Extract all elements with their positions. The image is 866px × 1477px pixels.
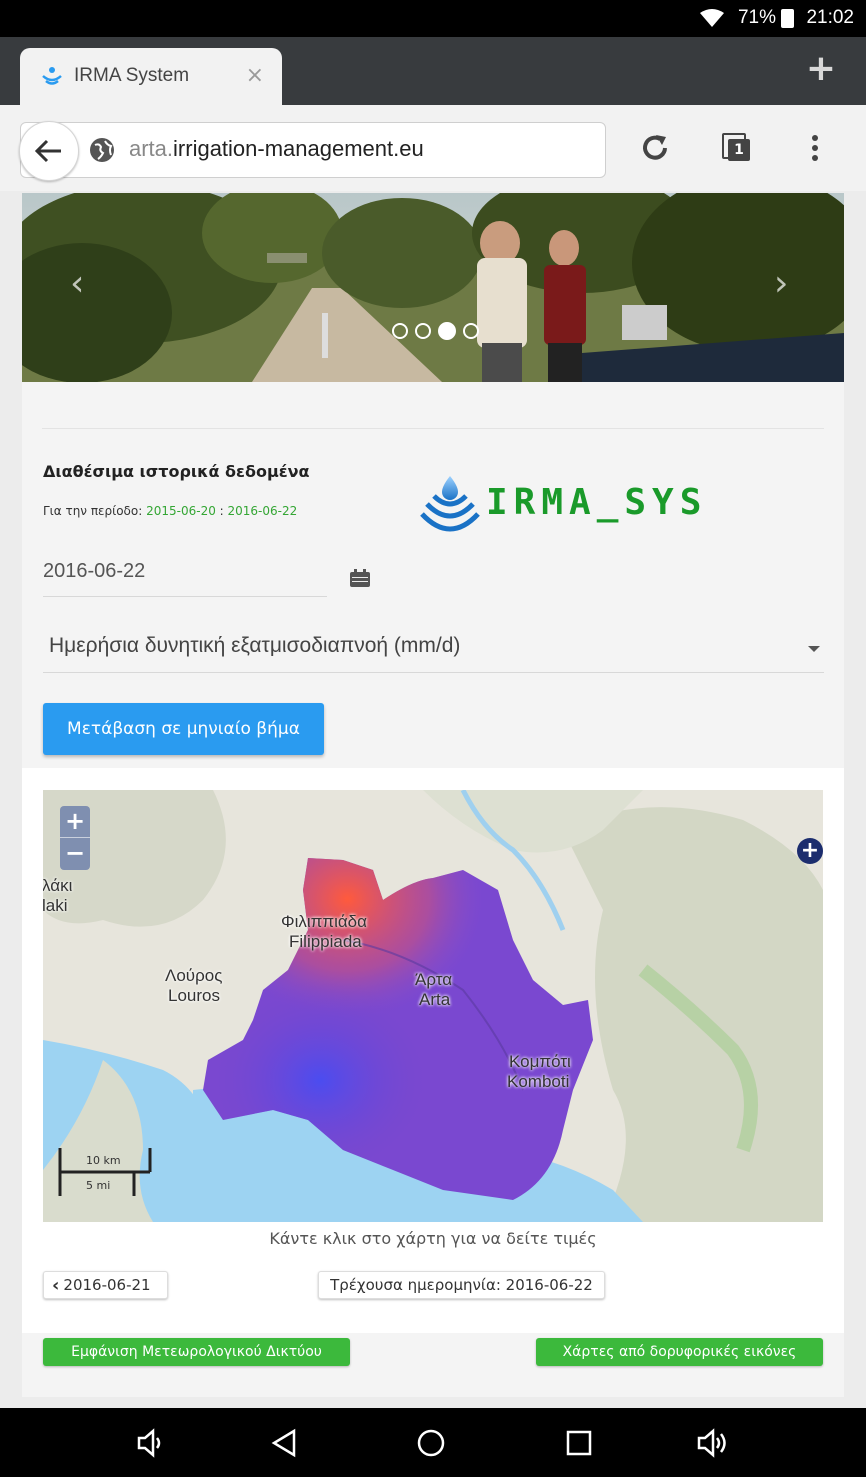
carousel-photo (22, 193, 844, 382)
wifi-icon (700, 9, 724, 27)
carousel-next-icon[interactable]: › (774, 263, 788, 304)
zoom-out-button[interactable]: − (60, 838, 90, 869)
volume-up-icon[interactable] (696, 1428, 732, 1458)
previous-day-button[interactable]: ‹ 2016-06-21 (43, 1271, 168, 1299)
new-tab-icon[interactable]: + (806, 51, 836, 87)
android-nav-bar (0, 1408, 866, 1477)
irma-sys-logo: IRMA_SYS (420, 476, 707, 532)
divider (42, 428, 824, 429)
map-scale: 10 km 5 mi (58, 1146, 152, 1202)
carousel-dot[interactable] (463, 323, 479, 339)
map-label-filippiada: Φιλιππιάδα Filippiada (281, 912, 367, 951)
globe-icon (90, 138, 114, 162)
status-bar: 71% 21:02 (0, 0, 866, 37)
address-bar[interactable]: arta.irrigation-management.eu (19, 121, 606, 181)
period-text: Για την περίοδο: 2015-06-20 : 2016-06-22 (43, 504, 298, 518)
volume-down-icon[interactable] (136, 1428, 166, 1458)
carousel-prev-icon[interactable]: ‹ (70, 263, 84, 304)
map-caption: Κάντε κλικ στο χάρτη για να δείτε τιμές (269, 1229, 597, 1248)
recents-nav-icon[interactable] (565, 1428, 593, 1458)
battery-percent: 71% (737, 7, 776, 28)
svg-text:IRMA_SYS: IRMA_SYS (486, 482, 707, 523)
date-input[interactable]: 2016-06-22 (43, 560, 327, 597)
data-panel: Διαθέσιμα ιστορικά δεδομένα Για την περί… (22, 382, 844, 1397)
current-date-badge: Τρέχουσα ημερομηνία: 2016-06-22 (318, 1271, 605, 1299)
zoom-control: + − (60, 806, 90, 870)
carousel-dot-active[interactable] (438, 322, 456, 340)
calendar-icon[interactable] (350, 569, 370, 587)
map-label-arta: Άρτα Arta (415, 970, 453, 1009)
back-button[interactable] (19, 121, 79, 181)
url-text: arta.irrigation-management.eu (129, 136, 424, 161)
carousel-dot[interactable] (392, 323, 408, 339)
tab-title: IRMA System (74, 65, 190, 86)
image-carousel[interactable]: ‹ › (22, 193, 844, 382)
map-label-lakki: λάκι laki (43, 876, 73, 915)
home-nav-icon[interactable] (416, 1428, 446, 1458)
map[interactable]: + − + λάκι laki Φιλιππιάδα Filippiada Λούρ… (43, 790, 823, 1222)
variable-select[interactable]: Ημερήσια δυνητική εξατμισοδιαπνοή (mm/d) (43, 630, 824, 673)
panel-heading: Διαθέσιμα ιστορικά δεδομένα (43, 462, 310, 481)
monthly-step-button[interactable]: Μετάβαση σε μηνιαίο βήμα (43, 703, 324, 755)
satellite-maps-button[interactable]: Χάρτες από δορυφορικές εικόνες (536, 1338, 823, 1366)
layers-button[interactable]: + (797, 838, 823, 864)
battery-icon (781, 9, 794, 28)
weather-network-button[interactable]: Εμφάνιση Μετεωρολογικού Δικτύου (43, 1338, 350, 1366)
back-arrow-icon (35, 139, 61, 163)
web-page: ‹ › Διαθέσιμα ιστορικά δεδομένα Για την … (0, 191, 866, 1408)
map-label-komboti: Κομπότι Komboti (507, 1052, 571, 1091)
tab-switcher-icon[interactable]: 1 (722, 133, 750, 161)
zoom-in-button[interactable]: + (60, 806, 90, 837)
browser-toolbar: arta.irrigation-management.eu 1 (0, 105, 866, 192)
chevron-left-icon: ‹ (52, 1274, 60, 1296)
carousel-indicators (392, 322, 479, 340)
carousel-dot[interactable] (415, 323, 431, 339)
previous-date-label: 2016-06-21 (63, 1276, 151, 1294)
browser-tab-strip: IRMA System × + (0, 37, 866, 105)
menu-icon[interactable] (808, 133, 822, 163)
back-nav-icon[interactable] (270, 1428, 298, 1458)
reload-icon[interactable] (640, 133, 670, 163)
chevron-down-icon (808, 646, 820, 652)
browser-tab[interactable]: IRMA System × (20, 48, 282, 105)
tab-close-icon[interactable]: × (246, 63, 264, 88)
clock: 21:02 (806, 7, 854, 28)
map-label-louros: Λούρος Louros (165, 966, 223, 1005)
irma-favicon-icon (42, 67, 62, 85)
